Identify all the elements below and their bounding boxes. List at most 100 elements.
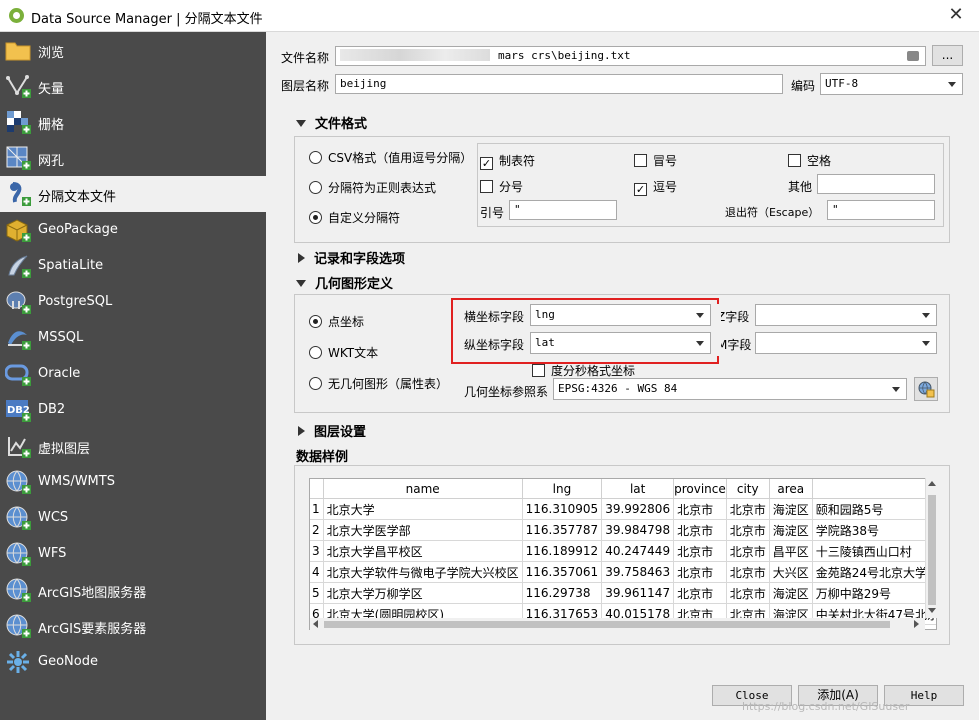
table-cell[interactable]: 北京大学软件与微电子学院大兴校区: [323, 561, 523, 583]
file-format-header[interactable]: 文件格式: [296, 113, 367, 132]
sidebar-item-arcgis-map-server[interactable]: ArcGIS地图服务器: [0, 572, 266, 608]
scroll-thumb[interactable]: [928, 495, 936, 605]
space-checkbox[interactable]: 空格: [788, 152, 831, 169]
table-cell[interactable]: 116.310905: [522, 498, 603, 520]
crs-selector-button[interactable]: [914, 377, 938, 401]
table-cell[interactable]: 十三陵镇西山口村: [812, 540, 936, 562]
scroll-thumb[interactable]: [324, 621, 890, 628]
table-cell[interactable]: 海淀区: [769, 519, 813, 541]
crs-select[interactable]: EPSG:4326 - WGS 84: [553, 378, 907, 400]
table-cell[interactable]: 北京大学医学部: [323, 519, 523, 541]
table-cell[interactable]: 北京市: [673, 561, 727, 583]
dms-checkbox[interactable]: 度分秒格式坐标: [532, 362, 635, 379]
table-cell[interactable]: 大兴区: [769, 561, 813, 583]
column-header[interactable]: lat: [601, 479, 675, 499]
table-vertical-scrollbar[interactable]: [925, 478, 938, 618]
table-cell[interactable]: 北京大学: [323, 498, 523, 520]
other-delimiter-input[interactable]: [817, 174, 935, 194]
table-cell[interactable]: 116.357061: [522, 561, 603, 583]
column-header[interactable]: province: [673, 479, 727, 499]
colon-checkbox[interactable]: 冒号: [634, 152, 677, 169]
sidebar-item-db2[interactable]: DB2 DB2: [0, 392, 266, 428]
scroll-up-icon[interactable]: [928, 481, 936, 486]
geometry-definition-header[interactable]: 几何图形定义: [296, 273, 393, 292]
column-header[interactable]: name: [323, 479, 523, 499]
table-cell[interactable]: 金苑路24号北京大学软: [812, 561, 936, 583]
scroll-left-icon[interactable]: [313, 620, 318, 628]
radio-point-coordinates[interactable]: 点坐标: [309, 313, 364, 330]
table-row[interactable]: 1 北京大学 116.310905 39.992806 北京市 北京市 海淀区 颐和园路5号: [310, 498, 936, 520]
sidebar-item-geonode[interactable]: GeoNode: [0, 644, 266, 680]
table-cell[interactable]: 116.29738: [522, 582, 603, 604]
clear-icon[interactable]: [907, 51, 919, 61]
radio-wkt[interactable]: WKT文本: [309, 344, 378, 361]
sidebar-item-browse[interactable]: 浏览: [0, 32, 266, 68]
table-row[interactable]: 2 北京大学医学部 116.357787 39.984798 北京市 北京市 海淀区 学院路3…: [310, 519, 936, 541]
sidebar-item-wcs[interactable]: WCS: [0, 500, 266, 536]
scroll-down-icon[interactable]: [928, 608, 936, 613]
column-header[interactable]: city: [726, 479, 770, 499]
sidebar-item-postgresql[interactable]: PostgreSQL: [0, 284, 266, 320]
sidebar-item-raster[interactable]: 栅格: [0, 104, 266, 140]
m-field-select[interactable]: [755, 332, 937, 354]
row-number[interactable]: 4: [310, 561, 324, 583]
table-cell[interactable]: 116.189912: [522, 540, 603, 562]
table-cell[interactable]: 40.247449: [601, 540, 675, 562]
column-header[interactable]: lng: [522, 479, 603, 499]
encoding-select[interactable]: UTF-8: [820, 73, 963, 95]
sidebar-item-geopackage[interactable]: GeoPackage: [0, 212, 266, 248]
record-field-options-header[interactable]: 记录和字段选项: [296, 248, 405, 267]
table-cell[interactable]: 北京市: [673, 498, 727, 520]
table-cell[interactable]: 北京市: [673, 582, 727, 604]
quote-input[interactable]: ": [509, 200, 617, 220]
table-cell[interactable]: 北京市: [726, 582, 770, 604]
table-cell[interactable]: 39.992806: [601, 498, 675, 520]
table-cell[interactable]: 39.961147: [601, 582, 675, 604]
table-cell[interactable]: 北京大学万柳学区: [323, 582, 523, 604]
layer-name-input[interactable]: beijing: [335, 74, 783, 94]
table-horizontal-scrollbar[interactable]: [310, 618, 925, 630]
row-number[interactable]: 3: [310, 540, 324, 562]
sidebar-item-arcgis-feature-server[interactable]: ArcGIS要素服务器: [0, 608, 266, 644]
table-cell[interactable]: 北京大学昌平校区: [323, 540, 523, 562]
comma-checkbox[interactable]: ✓ 逗号: [634, 178, 677, 196]
escape-input[interactable]: ": [827, 200, 935, 220]
table-cell[interactable]: 116.357787: [522, 519, 603, 541]
layer-settings-header[interactable]: 图层设置: [296, 421, 366, 440]
window-close-button[interactable]: ✕: [933, 0, 979, 31]
sidebar-item-vector[interactable]: 矢量: [0, 68, 266, 104]
table-cell[interactable]: 昌平区: [769, 540, 813, 562]
table-cell[interactable]: 海淀区: [769, 498, 813, 520]
sidebar-item-wms[interactable]: WMS/WMTS: [0, 464, 266, 500]
semicolon-checkbox[interactable]: 分号: [480, 178, 523, 195]
row-number[interactable]: 5: [310, 582, 324, 604]
table-cell[interactable]: 海淀区: [769, 582, 813, 604]
z-field-select[interactable]: [755, 304, 937, 326]
sidebar-item-virtual-layer[interactable]: 虚拟图层: [0, 428, 266, 464]
table-cell[interactable]: 北京市: [673, 540, 727, 562]
table-cell[interactable]: 39.758463: [601, 561, 675, 583]
row-number[interactable]: 2: [310, 519, 324, 541]
table-cell[interactable]: 北京市: [726, 540, 770, 562]
column-header[interactable]: area: [769, 479, 813, 499]
table-row[interactable]: 5 北京大学万柳学区 116.29738 39.961147 北京市 北京市 海淀区 万柳中路…: [310, 582, 936, 604]
table-cell[interactable]: 北京市: [726, 498, 770, 520]
column-header[interactable]: a: [812, 479, 936, 499]
scroll-right-icon[interactable]: [914, 620, 919, 628]
sidebar-item-spatialite[interactable]: SpatiaLite: [0, 248, 266, 284]
table-cell[interactable]: 万柳中路29号: [812, 582, 936, 604]
radio-custom-delimiter[interactable]: 自定义分隔符: [309, 209, 400, 226]
sidebar-item-mesh[interactable]: 网孔: [0, 140, 266, 176]
sidebar-item-oracle[interactable]: Oracle: [0, 356, 266, 392]
table-cell[interactable]: 学院路38号: [812, 519, 936, 541]
sample-data-table[interactable]: name lng lat province city area a 1北京大学1…: [309, 478, 937, 630]
radio-csv[interactable]: CSV格式（值用逗号分隔）: [309, 149, 472, 166]
radio-no-geometry[interactable]: 无几何图形（属性表）: [309, 375, 448, 392]
table-cell[interactable]: 北京市: [726, 519, 770, 541]
table-cell[interactable]: 北京市: [726, 561, 770, 583]
file-name-input[interactable]: mars crs\beijing.txt: [335, 46, 926, 66]
sidebar-item-wfs[interactable]: WFS: [0, 536, 266, 572]
table-cell[interactable]: 北京市: [673, 519, 727, 541]
radio-regex[interactable]: 分隔符为正则表达式: [309, 179, 436, 196]
table-cell[interactable]: 39.984798: [601, 519, 675, 541]
